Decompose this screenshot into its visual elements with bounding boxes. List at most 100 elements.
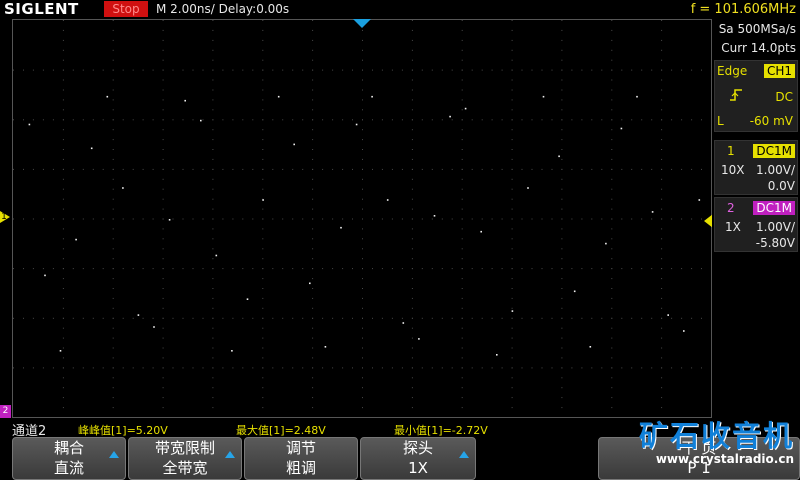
grid-dot	[511, 258, 513, 260]
grid-dot	[112, 20, 114, 21]
grid-dot	[581, 69, 583, 71]
grid-dot	[671, 168, 673, 170]
grid-dot	[661, 139, 663, 141]
grid-dot	[252, 168, 254, 170]
grid-dot	[312, 49, 314, 51]
grid-dot	[511, 278, 513, 280]
grid-dot	[451, 317, 453, 319]
softkey-bandwidth-limit[interactable]: 带宽限制 全带宽	[128, 437, 242, 480]
measure-peak-to-peak: 峰峰值[1]=5.20V	[78, 424, 168, 437]
grid-dot	[362, 307, 363, 309]
grid-dot	[202, 268, 204, 270]
grid-dot	[671, 317, 673, 319]
grid-dot	[372, 69, 373, 71]
grid-dot	[661, 59, 663, 61]
grid-dot	[561, 387, 563, 389]
trace-sample-point	[75, 238, 77, 241]
grid-dot	[701, 119, 702, 121]
grid-dot	[631, 367, 633, 369]
grid-dot	[651, 367, 653, 369]
grid-dot	[511, 357, 513, 359]
grid-dot	[461, 168, 463, 170]
trigger-position-marker[interactable]	[353, 19, 371, 28]
run-stop-badge[interactable]: Stop	[104, 1, 148, 17]
grid-dot	[611, 407, 613, 409]
grid-dot	[182, 119, 184, 121]
grid-dot	[461, 347, 463, 349]
grid-dot	[591, 69, 593, 71]
grid-dot	[262, 69, 264, 71]
grid-dot	[252, 317, 254, 319]
grid-dot	[162, 198, 164, 200]
grid-dot	[62, 178, 64, 180]
grid-dot	[661, 357, 663, 359]
grid-dot	[112, 149, 114, 150]
grid-dot	[322, 69, 324, 71]
grid-dot	[112, 119, 114, 121]
grid-dot	[421, 168, 423, 170]
grid-dot	[13, 317, 14, 319]
grid-dot	[451, 218, 453, 220]
ch2-info-box[interactable]: 2 DC1M 1X 1.00V/ -5.80V	[714, 197, 798, 252]
grid-dot	[62, 119, 64, 121]
grid-dot	[112, 307, 114, 309]
grid-dot	[381, 317, 383, 319]
softkey-adjust[interactable]: 调节 粗调	[244, 437, 358, 480]
grid-dot	[461, 99, 463, 101]
grid-dot	[591, 268, 593, 270]
grid-dot	[172, 367, 174, 369]
grid-dot	[312, 89, 314, 91]
waveform-grid[interactable]	[12, 19, 712, 418]
grid-dot	[511, 228, 513, 230]
right-info-panel: Sa 500MSa/s Curr 14.0pts Edge CH1 DC L -…	[712, 19, 800, 418]
ch1-info-box[interactable]: 1 DC1M 10X 1.00V/ 0.0V	[714, 140, 798, 195]
grid-dot	[381, 268, 383, 270]
softkey-coupling[interactable]: 耦合 直流	[12, 437, 126, 480]
grid-dot	[82, 367, 84, 369]
grid-dot	[411, 149, 413, 150]
sample-rate: Sa 500MSa/s	[718, 22, 796, 36]
grid-dot	[531, 69, 533, 71]
grid-dot	[611, 59, 613, 61]
grid-dot	[491, 268, 493, 270]
trace-sample-point	[277, 95, 280, 98]
grid-dot	[62, 248, 64, 250]
grid-dot	[391, 367, 393, 369]
grid-dot	[312, 288, 314, 289]
trace-sample-point	[200, 119, 202, 122]
grid-dot	[262, 337, 264, 339]
grid-dot	[411, 139, 413, 141]
grid-dot	[651, 268, 653, 270]
grid-dot	[162, 297, 164, 299]
grid-dot	[52, 218, 54, 220]
grid-dot	[461, 317, 463, 319]
trace-sample-point	[558, 155, 560, 158]
grid-dot	[172, 168, 174, 170]
grid-dot	[132, 168, 134, 170]
grid-dot	[372, 119, 373, 121]
grid-dot	[511, 407, 513, 409]
grid-dot	[461, 268, 463, 270]
grid-dot	[172, 69, 174, 71]
trace-sample-point	[122, 187, 124, 189]
grid-dot	[591, 218, 593, 220]
trigger-info-box[interactable]: Edge CH1 DC L -60 mV	[714, 60, 798, 132]
softkey-probe[interactable]: 探头 1X	[360, 437, 476, 480]
ch2-scale: 1.00V/	[756, 220, 795, 234]
grid-dot	[262, 29, 264, 31]
softkey-adjust-label: 调节	[285, 439, 316, 457]
ch2-coupling: DC1M	[753, 201, 795, 215]
grid-dot	[461, 248, 463, 250]
ch1-coupling: DC1M	[753, 144, 795, 158]
grid-dot	[541, 218, 543, 220]
grid-dot	[312, 149, 314, 150]
grid-dot	[461, 49, 463, 51]
grid-dot	[571, 367, 573, 369]
trace-sample-point	[106, 95, 109, 98]
grid-dot	[411, 258, 413, 260]
grid-dot	[362, 258, 363, 260]
grid-dot	[611, 278, 613, 280]
grid-dot	[262, 248, 264, 250]
grid-dot	[561, 367, 563, 369]
grid-dot	[262, 307, 264, 309]
